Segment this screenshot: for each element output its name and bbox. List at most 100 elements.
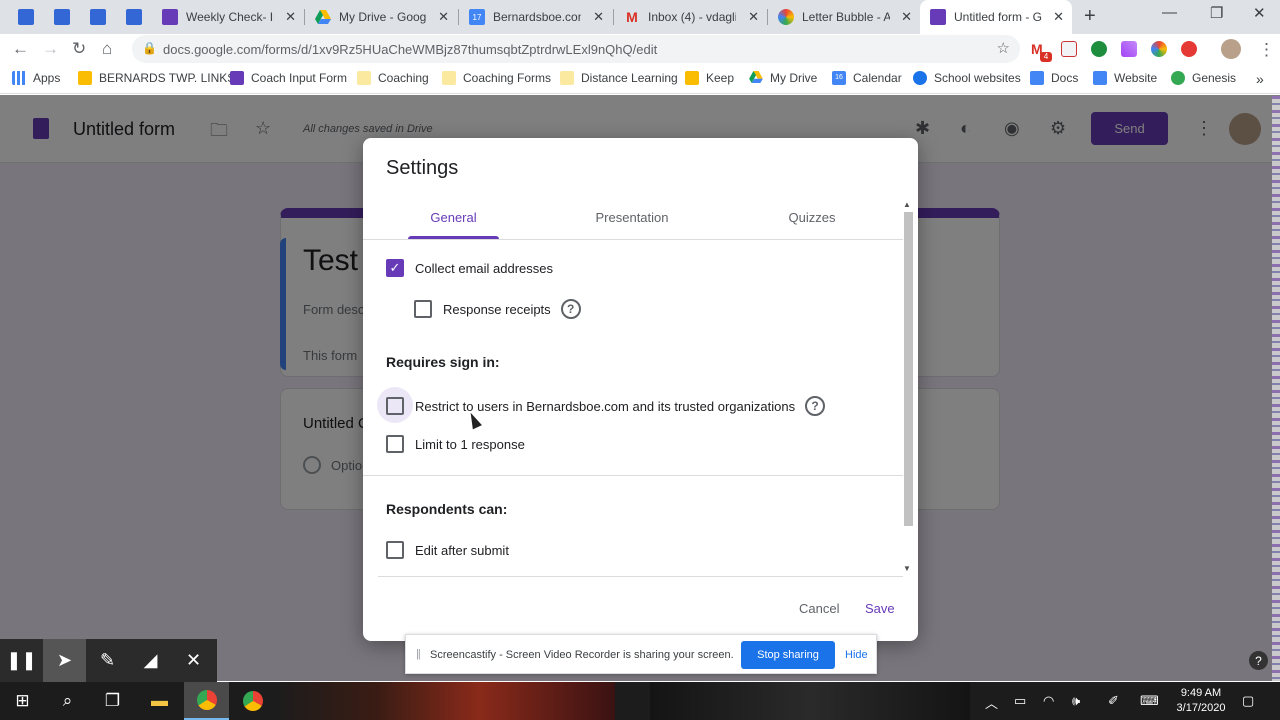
forward-icon[interactable]: → bbox=[42, 39, 59, 59]
new-tab-icon[interactable]: + bbox=[1084, 5, 1096, 28]
tab-quizzes[interactable]: Quizzes bbox=[771, 210, 853, 225]
edit-after-submit-option[interactable]: Edit after submit bbox=[386, 541, 509, 559]
close-icon[interactable]: ✕ bbox=[172, 639, 215, 682]
bookmark-school-websites[interactable]: School websites bbox=[913, 71, 1021, 85]
forms-icon bbox=[162, 9, 178, 25]
home-icon[interactable]: ⌂ bbox=[102, 39, 112, 59]
tab-weekly-check-in[interactable]: Weekly Check- In ✕ bbox=[152, 0, 304, 34]
bookmark-genesis[interactable]: Genesis bbox=[1171, 71, 1236, 85]
scroll-down-icon[interactable]: ▼ bbox=[903, 564, 911, 573]
pause-icon[interactable]: ❚❚ bbox=[0, 639, 43, 682]
sharing-message: Screencastify - Screen Video Recorder is… bbox=[430, 649, 734, 661]
help-icon[interactable]: ? bbox=[560, 299, 581, 319]
back-icon[interactable]: ← bbox=[12, 39, 29, 59]
tab-bernardsboe[interactable]: 17 Bernardsboe.com ✕ bbox=[459, 0, 612, 34]
task-view-icon[interactable]: ❐ bbox=[90, 682, 135, 720]
screencastify-extension-icon[interactable] bbox=[1181, 41, 1197, 57]
tab-inbox[interactable]: M Inbox (4) - vdaglia ✕ bbox=[614, 0, 767, 34]
close-tab-icon[interactable]: ✕ bbox=[438, 9, 449, 25]
search-icon[interactable]: ⌕ bbox=[45, 682, 90, 720]
bookmark-apps[interactable]: Apps bbox=[12, 71, 60, 85]
tab-untitled-form[interactable]: Untitled form - Go ✕ bbox=[920, 0, 1072, 34]
limit-one-option[interactable]: Limit to 1 response bbox=[386, 435, 525, 453]
bookmark-bernards-twp[interactable]: BERNARDS TWP. LINKS bbox=[78, 71, 235, 85]
eraser-icon[interactable]: ◢ bbox=[129, 639, 172, 682]
address-bar[interactable]: 🔒 docs.google.com/forms/d/1xv9Rz5HUaCheW… bbox=[132, 35, 1020, 63]
drag-handle-icon[interactable]: || bbox=[416, 648, 421, 660]
forms-icon bbox=[54, 9, 70, 25]
bookmark-keep[interactable]: Keep bbox=[685, 71, 734, 85]
bookmark-star-icon[interactable]: ☆ bbox=[997, 39, 1010, 57]
reload-icon[interactable]: ↻ bbox=[72, 39, 86, 59]
bookmark-coaching[interactable]: Coaching bbox=[357, 71, 429, 85]
tab-forms-4[interactable] bbox=[116, 0, 152, 34]
browser-toolbar: ← → ↻ ⌂ 🔒 docs.google.com/forms/d/1xv9Rz… bbox=[0, 34, 1280, 64]
close-tab-icon[interactable]: ✕ bbox=[1053, 9, 1064, 25]
cancel-button[interactable]: Cancel bbox=[799, 601, 839, 616]
help-icon[interactable]: ? bbox=[1249, 651, 1268, 670]
gmail-icon: M bbox=[626, 9, 638, 25]
response-receipts-checkbox[interactable] bbox=[414, 300, 432, 318]
show-hidden-icons-icon[interactable]: ︿ bbox=[985, 693, 998, 712]
close-tab-icon[interactable]: ✕ bbox=[748, 9, 759, 25]
hide-button[interactable]: Hide bbox=[845, 649, 868, 661]
menu-dots-icon[interactable]: ⋮ bbox=[1258, 40, 1275, 60]
scroll-thumb[interactable] bbox=[904, 212, 913, 526]
battery-icon[interactable]: ▭ bbox=[1014, 693, 1026, 709]
save-button[interactable]: Save bbox=[865, 601, 895, 616]
tab-my-drive[interactable]: My Drive - Google ✕ bbox=[305, 0, 457, 34]
tab-forms-1[interactable] bbox=[8, 0, 44, 34]
response-receipts-option[interactable]: Response receipts ? bbox=[414, 299, 581, 319]
bookmark-distance-learning[interactable]: Distance Learning bbox=[560, 71, 678, 85]
minimize-icon[interactable]: — bbox=[1162, 4, 1177, 21]
pen-workspace-icon[interactable]: ✐ bbox=[1108, 693, 1119, 709]
keyboard-icon[interactable]: ⌨ bbox=[1140, 693, 1159, 709]
tab-presentation[interactable]: Presentation bbox=[583, 210, 681, 225]
bookmark-coaching-forms[interactable]: Coaching Forms bbox=[442, 71, 551, 85]
close-tab-icon[interactable]: ✕ bbox=[593, 9, 604, 25]
chrome-icon[interactable] bbox=[184, 682, 229, 720]
bookmark-coach-input[interactable]: Coach Input Form bbox=[230, 71, 347, 85]
profile-avatar[interactable] bbox=[1221, 39, 1241, 59]
tab-forms-2[interactable] bbox=[44, 0, 80, 34]
scroll-up-icon[interactable]: ▲ bbox=[903, 200, 911, 209]
pointer-icon[interactable]: ➤ bbox=[43, 639, 86, 682]
pdf-extension-icon[interactable] bbox=[1061, 41, 1077, 57]
restrict-users-option[interactable]: Restrict to users in Bernardsboe.com and… bbox=[386, 396, 826, 416]
extension-icon[interactable] bbox=[1091, 41, 1107, 57]
active-tab-indicator bbox=[408, 236, 499, 239]
chrome-icon[interactable] bbox=[230, 682, 275, 720]
collect-email-checkbox[interactable]: ✓ bbox=[386, 259, 404, 277]
system-clock[interactable]: 9:49 AM 3/17/2020 bbox=[1172, 686, 1230, 716]
edit-after-submit-checkbox[interactable] bbox=[386, 541, 404, 559]
bookmark-docs[interactable]: Docs bbox=[1030, 71, 1078, 85]
close-window-icon[interactable]: ✕ bbox=[1253, 4, 1266, 22]
windows-start-icon[interactable]: ⊞ bbox=[0, 682, 45, 720]
bookmark-website[interactable]: Website bbox=[1093, 71, 1157, 85]
tab-title: Weekly Check- In bbox=[186, 10, 274, 24]
dialog-scrollbar[interactable]: ▲ ▼ bbox=[903, 198, 914, 575]
color-extension-icon[interactable] bbox=[1151, 41, 1167, 57]
pen-extension-icon[interactable] bbox=[1121, 41, 1137, 57]
restore-icon[interactable]: ❐ bbox=[1210, 4, 1223, 22]
action-center-icon[interactable]: ▢ bbox=[1242, 693, 1254, 709]
bookmarks-overflow-icon[interactable]: » bbox=[1256, 71, 1264, 87]
help-icon[interactable]: ? bbox=[805, 396, 826, 416]
file-explorer-icon[interactable]: ▬ bbox=[137, 682, 182, 720]
close-tab-icon[interactable]: ✕ bbox=[285, 9, 296, 25]
tab-letter-bubble[interactable]: Letter Bubble - Alp ✕ bbox=[768, 0, 920, 34]
bookmark-calendar[interactable]: 16 Calendar bbox=[832, 71, 902, 85]
url-text[interactable]: docs.google.com/forms/d/1xv9Rz5HUaCheWMB… bbox=[163, 42, 657, 57]
stop-sharing-button[interactable]: Stop sharing bbox=[741, 641, 835, 669]
restrict-users-checkbox[interactable] bbox=[386, 397, 404, 415]
tab-general[interactable]: General bbox=[408, 210, 499, 225]
wifi-icon[interactable]: ◠ bbox=[1043, 693, 1054, 709]
volume-icon[interactable]: 🕪 bbox=[1072, 693, 1080, 709]
collect-email-label: Collect email addresses bbox=[415, 260, 554, 276]
collect-email-option[interactable]: ✓ Collect email addresses bbox=[386, 259, 553, 277]
limit-one-checkbox[interactable] bbox=[386, 435, 404, 453]
bookmark-my-drive[interactable]: My Drive bbox=[749, 71, 817, 85]
pen-icon[interactable]: ✎ bbox=[86, 639, 129, 682]
close-tab-icon[interactable]: ✕ bbox=[901, 9, 912, 25]
tab-forms-3[interactable] bbox=[80, 0, 116, 34]
